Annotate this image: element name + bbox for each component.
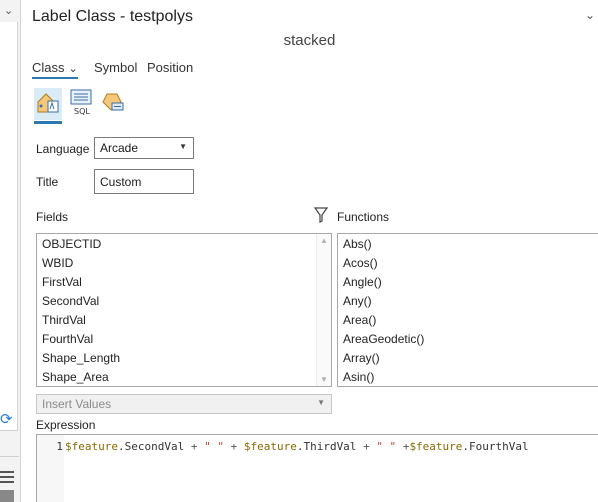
list-item[interactable]: Abs() — [338, 235, 598, 254]
menu-icon[interactable] — [0, 468, 14, 486]
list-item[interactable]: Array() — [338, 349, 598, 368]
fields-label: Fields — [36, 210, 69, 224]
label-placement-icon[interactable] — [99, 88, 127, 120]
filter-icon[interactable] — [314, 207, 328, 223]
chevron-down-icon[interactable]: ⌄ — [4, 4, 13, 17]
scroll-thumb[interactable] — [0, 490, 14, 502]
language-label: Language — [36, 142, 90, 156]
pane-options-chevron-icon[interactable]: ⌄ — [585, 8, 595, 22]
code-token: .SecondVal — [117, 440, 191, 453]
sql-icon-text: SQL — [74, 107, 90, 116]
scroll-up-icon[interactable]: ▲ — [320, 236, 328, 245]
list-item[interactable]: ThirdVal — [37, 311, 331, 330]
expression-code[interactable]: $feature.SecondVal + " " + $feature.Thir… — [65, 440, 529, 453]
code-token: $feature — [409, 440, 463, 453]
language-dropdown[interactable]: Arcade ▼ — [94, 137, 194, 159]
scroll-down-icon[interactable]: ▼ — [320, 375, 328, 384]
list-item[interactable]: Area() — [338, 311, 598, 330]
code-token: $feature — [243, 440, 297, 453]
list-item[interactable]: Asin() — [338, 368, 598, 386]
functions-list[interactable]: Abs() Acos() Angle() Any() Area() AreaGe… — [337, 233, 598, 387]
adjacent-pane-content — [0, 22, 18, 431]
chevron-down-icon: ▼ — [179, 142, 187, 151]
expression-editor[interactable]: 1 $feature.SecondVal + " " + $feature.Th… — [36, 434, 598, 502]
list-item[interactable]: Any() — [338, 292, 598, 311]
fields-scrollbar[interactable]: ▲ ▼ — [316, 234, 331, 386]
expression-label: Expression — [36, 418, 96, 432]
pane-title: Label Class - testpolys — [32, 8, 193, 25]
code-token: + — [363, 440, 370, 453]
code-token: $feature — [65, 440, 118, 453]
chevron-down-icon: ▼ — [317, 398, 325, 407]
refresh-icon[interactable]: ⟳ — [0, 410, 13, 428]
chevron-down-icon: ⌄ — [68, 63, 78, 75]
list-item[interactable]: Shape_Length — [37, 349, 331, 368]
language-value: Arcade — [100, 141, 139, 155]
label-expression-icon[interactable] — [34, 88, 62, 124]
list-item[interactable]: Angle() — [338, 273, 598, 292]
insert-values-dropdown[interactable]: Insert Values ▼ — [36, 394, 332, 414]
class-subtab-bar: SQL — [32, 88, 142, 124]
tab-symbol[interactable]: Symbol — [94, 60, 137, 75]
title-value: Custom — [100, 175, 142, 189]
functions-label: Functions — [337, 210, 390, 224]
sql-query-icon[interactable]: SQL — [67, 88, 95, 120]
title-label: Title — [36, 175, 59, 189]
list-item[interactable]: SecondVal — [37, 292, 331, 311]
adjacent-pane-strip: ⌄ ⟳ — [0, 0, 21, 502]
list-item[interactable]: Acos() — [338, 254, 598, 273]
fields-list[interactable]: OBJECTID WBID FirstVal SecondVal ThirdVa… — [36, 233, 332, 387]
list-item[interactable]: WBID — [37, 254, 331, 273]
code-token: " " — [204, 440, 224, 453]
code-token: .FourthVal — [462, 440, 529, 453]
list-item[interactable]: Shape_Area — [37, 368, 331, 386]
label-class-name: stacked — [283, 32, 336, 49]
label-class-pane: Label Class - testpolys ⌄ stacked Class ⌄… — [21, 0, 598, 502]
list-item[interactable]: FourthVal — [37, 330, 331, 349]
list-item[interactable]: OBJECTID — [37, 235, 331, 254]
code-token: " " — [376, 440, 397, 453]
code-token: .ThirdVal — [296, 440, 364, 453]
line-number: 1 — [56, 440, 63, 453]
insert-values-label: Insert Values — [42, 397, 112, 411]
tab-class-label: Class — [32, 60, 65, 75]
tab-position[interactable]: Position — [147, 60, 193, 75]
title-input[interactable]: Custom — [94, 169, 194, 194]
tab-class[interactable]: Class ⌄ — [32, 60, 78, 79]
divider — [0, 456, 19, 457]
adjacent-pane-header: ⌄ — [0, 0, 19, 22]
list-item[interactable]: AreaGeodetic() — [338, 330, 598, 349]
list-item[interactable]: FirstVal — [37, 273, 331, 292]
